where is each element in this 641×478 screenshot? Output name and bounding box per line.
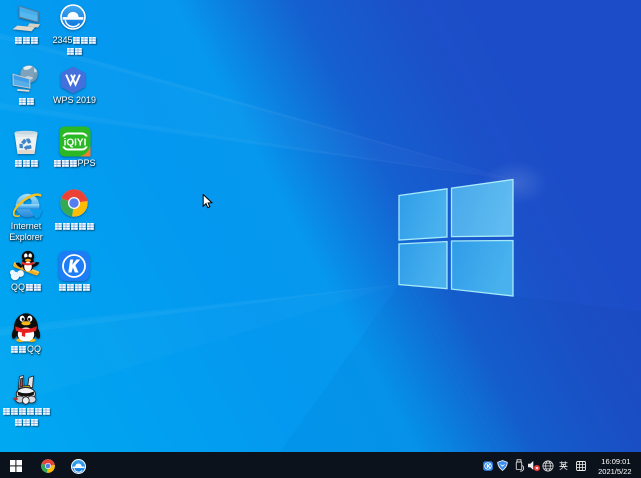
- svg-text:iQIYI: iQIYI: [63, 138, 86, 149]
